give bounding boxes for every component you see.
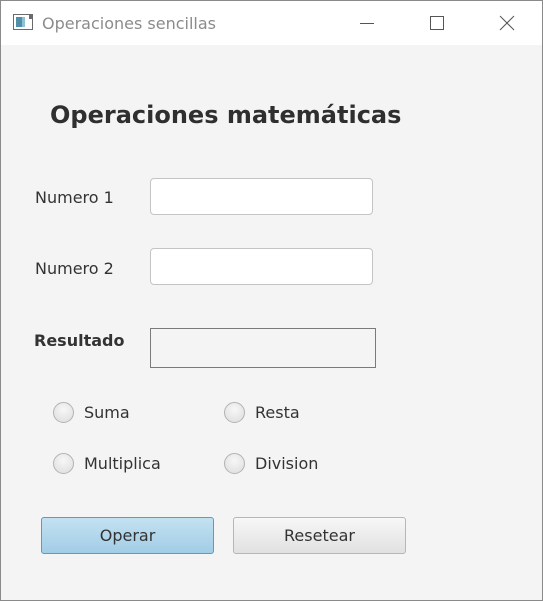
- suma-label: Suma: [84, 403, 130, 422]
- numero2-input[interactable]: [150, 248, 373, 285]
- multiplica-radio[interactable]: Multiplica: [53, 453, 161, 474]
- operar-button[interactable]: Operar: [41, 517, 214, 554]
- radio-circle[interactable]: [53, 453, 74, 474]
- minimize-icon: [360, 23, 374, 24]
- close-button[interactable]: [478, 1, 536, 45]
- resta-label: Resta: [255, 403, 300, 422]
- window-title: Operaciones sencillas: [42, 14, 217, 33]
- radio-circle[interactable]: [53, 402, 74, 423]
- resultado-label: Resultado: [34, 331, 125, 350]
- title-bar: Operaciones sencillas: [1, 1, 542, 45]
- maximize-button[interactable]: [408, 1, 466, 45]
- multiplica-label: Multiplica: [84, 454, 161, 473]
- division-radio[interactable]: Division: [224, 453, 318, 474]
- resetear-button[interactable]: Resetear: [233, 517, 406, 554]
- division-label: Division: [255, 454, 319, 473]
- maximize-icon: [430, 16, 444, 30]
- app-window-icon: [13, 14, 33, 30]
- numero2-label: Numero 2: [35, 259, 114, 278]
- page-title: Operaciones matemáticas: [50, 101, 402, 129]
- radio-circle[interactable]: [224, 453, 245, 474]
- numero1-input[interactable]: [150, 178, 373, 215]
- close-icon: [499, 15, 515, 31]
- radio-circle[interactable]: [224, 402, 245, 423]
- resultado-field: [150, 328, 376, 368]
- resta-radio[interactable]: Resta: [224, 402, 300, 423]
- app-window: Operaciones sencillas Operaciones matemá…: [0, 0, 543, 601]
- form-area: Operaciones matemáticas Numero 1 Numero …: [1, 45, 542, 600]
- numero1-label: Numero 1: [35, 188, 114, 207]
- suma-radio[interactable]: Suma: [53, 402, 130, 423]
- minimize-button[interactable]: [338, 1, 396, 45]
